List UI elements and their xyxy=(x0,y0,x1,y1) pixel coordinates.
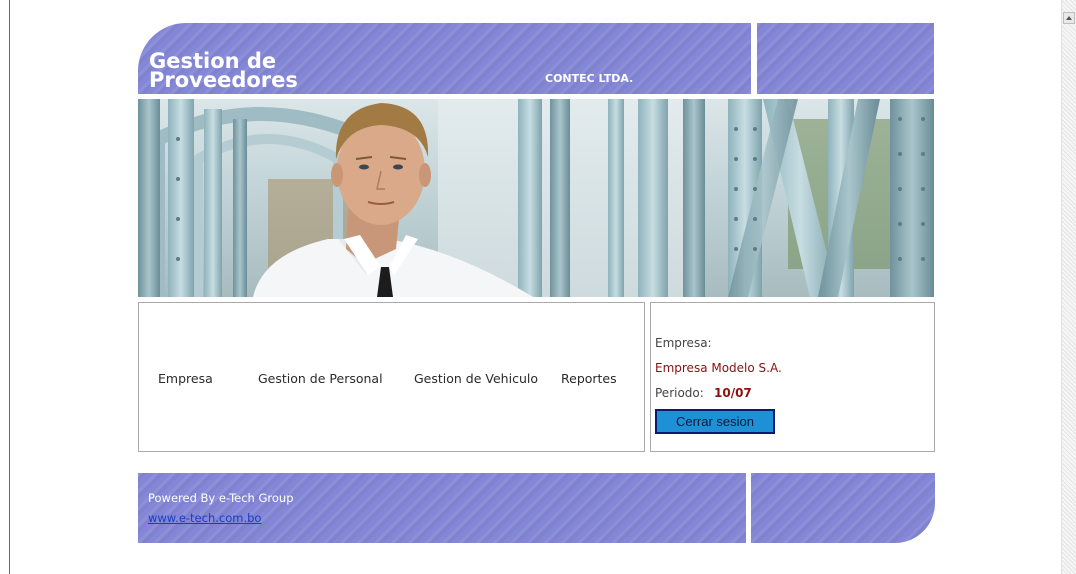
footer-side-block xyxy=(751,473,935,543)
nav-link-empresa[interactable]: Empresa xyxy=(158,371,213,386)
left-border-line xyxy=(9,0,10,574)
company-name: CONTEC LTDA. xyxy=(545,72,634,85)
nav-link-gestion-personal[interactable]: Gestion de Personal xyxy=(258,371,383,386)
periodo-label: Periodo: xyxy=(655,386,704,400)
empresa-value: Empresa Modelo S.A. xyxy=(655,361,782,375)
scroll-up-arrow-icon[interactable] xyxy=(1063,12,1075,24)
footer-banner: Powered By e-Tech Group www.e-tech.com.b… xyxy=(138,473,746,543)
site-title: Gestion de Proveedores xyxy=(149,49,298,92)
powered-by-text: Powered By e-Tech Group xyxy=(148,491,294,505)
logout-button[interactable]: Cerrar sesion xyxy=(655,409,775,434)
header-banner: Gestion de Proveedores CONTEC LTDA. xyxy=(138,23,751,94)
vertical-scrollbar[interactable] xyxy=(1061,0,1076,574)
nav-panel: Empresa Gestion de Personal Gestion de V… xyxy=(138,302,645,452)
periodo-value: 10/07 xyxy=(714,386,752,400)
header-side-block xyxy=(757,23,934,94)
bridge-man-illustration xyxy=(138,99,934,297)
footer-website-link[interactable]: www.e-tech.com.bo xyxy=(148,511,261,525)
nav-link-reportes[interactable]: Reportes xyxy=(561,371,617,386)
nav-link-gestion-vehiculo[interactable]: Gestion de Vehiculo xyxy=(414,371,538,386)
empresa-label: Empresa: xyxy=(655,336,712,350)
banner-photo xyxy=(138,99,934,297)
session-info-panel: Empresa: Empresa Modelo S.A. Periodo: 10… xyxy=(650,302,935,452)
